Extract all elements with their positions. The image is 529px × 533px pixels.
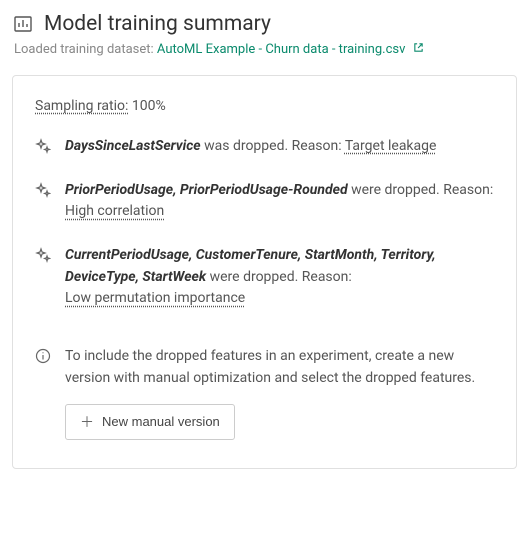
- drop-reason[interactable]: Target leakage: [345, 138, 437, 154]
- new-manual-version-button[interactable]: ＋ New manual version: [65, 404, 235, 440]
- dataset-label: Loaded training dataset:: [14, 42, 154, 57]
- chart-icon: [12, 13, 34, 35]
- summary-panel: Sampling ratio: 100% DaysSinceLastServic…: [12, 75, 517, 469]
- dataset-link[interactable]: AutoML Example - Churn data - training.c…: [157, 42, 424, 57]
- button-label: New manual version: [102, 414, 220, 429]
- drop-reason[interactable]: Low permutation importance: [65, 290, 245, 306]
- drop-item: CurrentPeriodUsage, CustomerTenure, Star…: [35, 245, 494, 310]
- drop-text: DaysSinceLastService was dropped. Reason…: [65, 136, 494, 158]
- info-body: To include the dropped features in an ex…: [65, 346, 494, 439]
- sampling-row: Sampling ratio: 100%: [35, 98, 494, 114]
- info-text: To include the dropped features in an ex…: [65, 346, 494, 389]
- sparkle-icon: [35, 182, 51, 198]
- summary-header: Model training summary: [12, 12, 517, 36]
- drop-item: PriorPeriodUsage, PriorPeriodUsage-Round…: [35, 180, 494, 223]
- dataset-name: AutoML Example - Churn data - training.c…: [157, 42, 405, 57]
- drop-text: CurrentPeriodUsage, CustomerTenure, Star…: [65, 245, 494, 310]
- dataset-subheader: Loaded training dataset: AutoML Example …: [12, 42, 517, 57]
- plus-icon: ＋: [80, 412, 94, 432]
- drop-features: DaysSinceLastService: [65, 138, 201, 154]
- drop-features: PriorPeriodUsage, PriorPeriodUsage-Round…: [65, 182, 348, 198]
- info-item: To include the dropped features in an ex…: [35, 346, 494, 439]
- sparkle-icon: [35, 247, 51, 263]
- sampling-value: 100%: [132, 98, 166, 114]
- drop-reason[interactable]: High correlation: [65, 203, 164, 219]
- sampling-label: Sampling ratio:: [35, 98, 128, 114]
- external-link-icon: [413, 42, 424, 57]
- drop-tail: was dropped. Reason:: [201, 138, 345, 154]
- page-title: Model training summary: [44, 12, 271, 36]
- drop-item: DaysSinceLastService was dropped. Reason…: [35, 136, 494, 158]
- sparkle-icon: [35, 138, 51, 154]
- info-icon: [35, 348, 51, 364]
- drop-tail: were dropped. Reason:: [348, 182, 494, 198]
- drop-text: PriorPeriodUsage, PriorPeriodUsage-Round…: [65, 180, 494, 223]
- drop-tail: were dropped. Reason:: [206, 269, 352, 285]
